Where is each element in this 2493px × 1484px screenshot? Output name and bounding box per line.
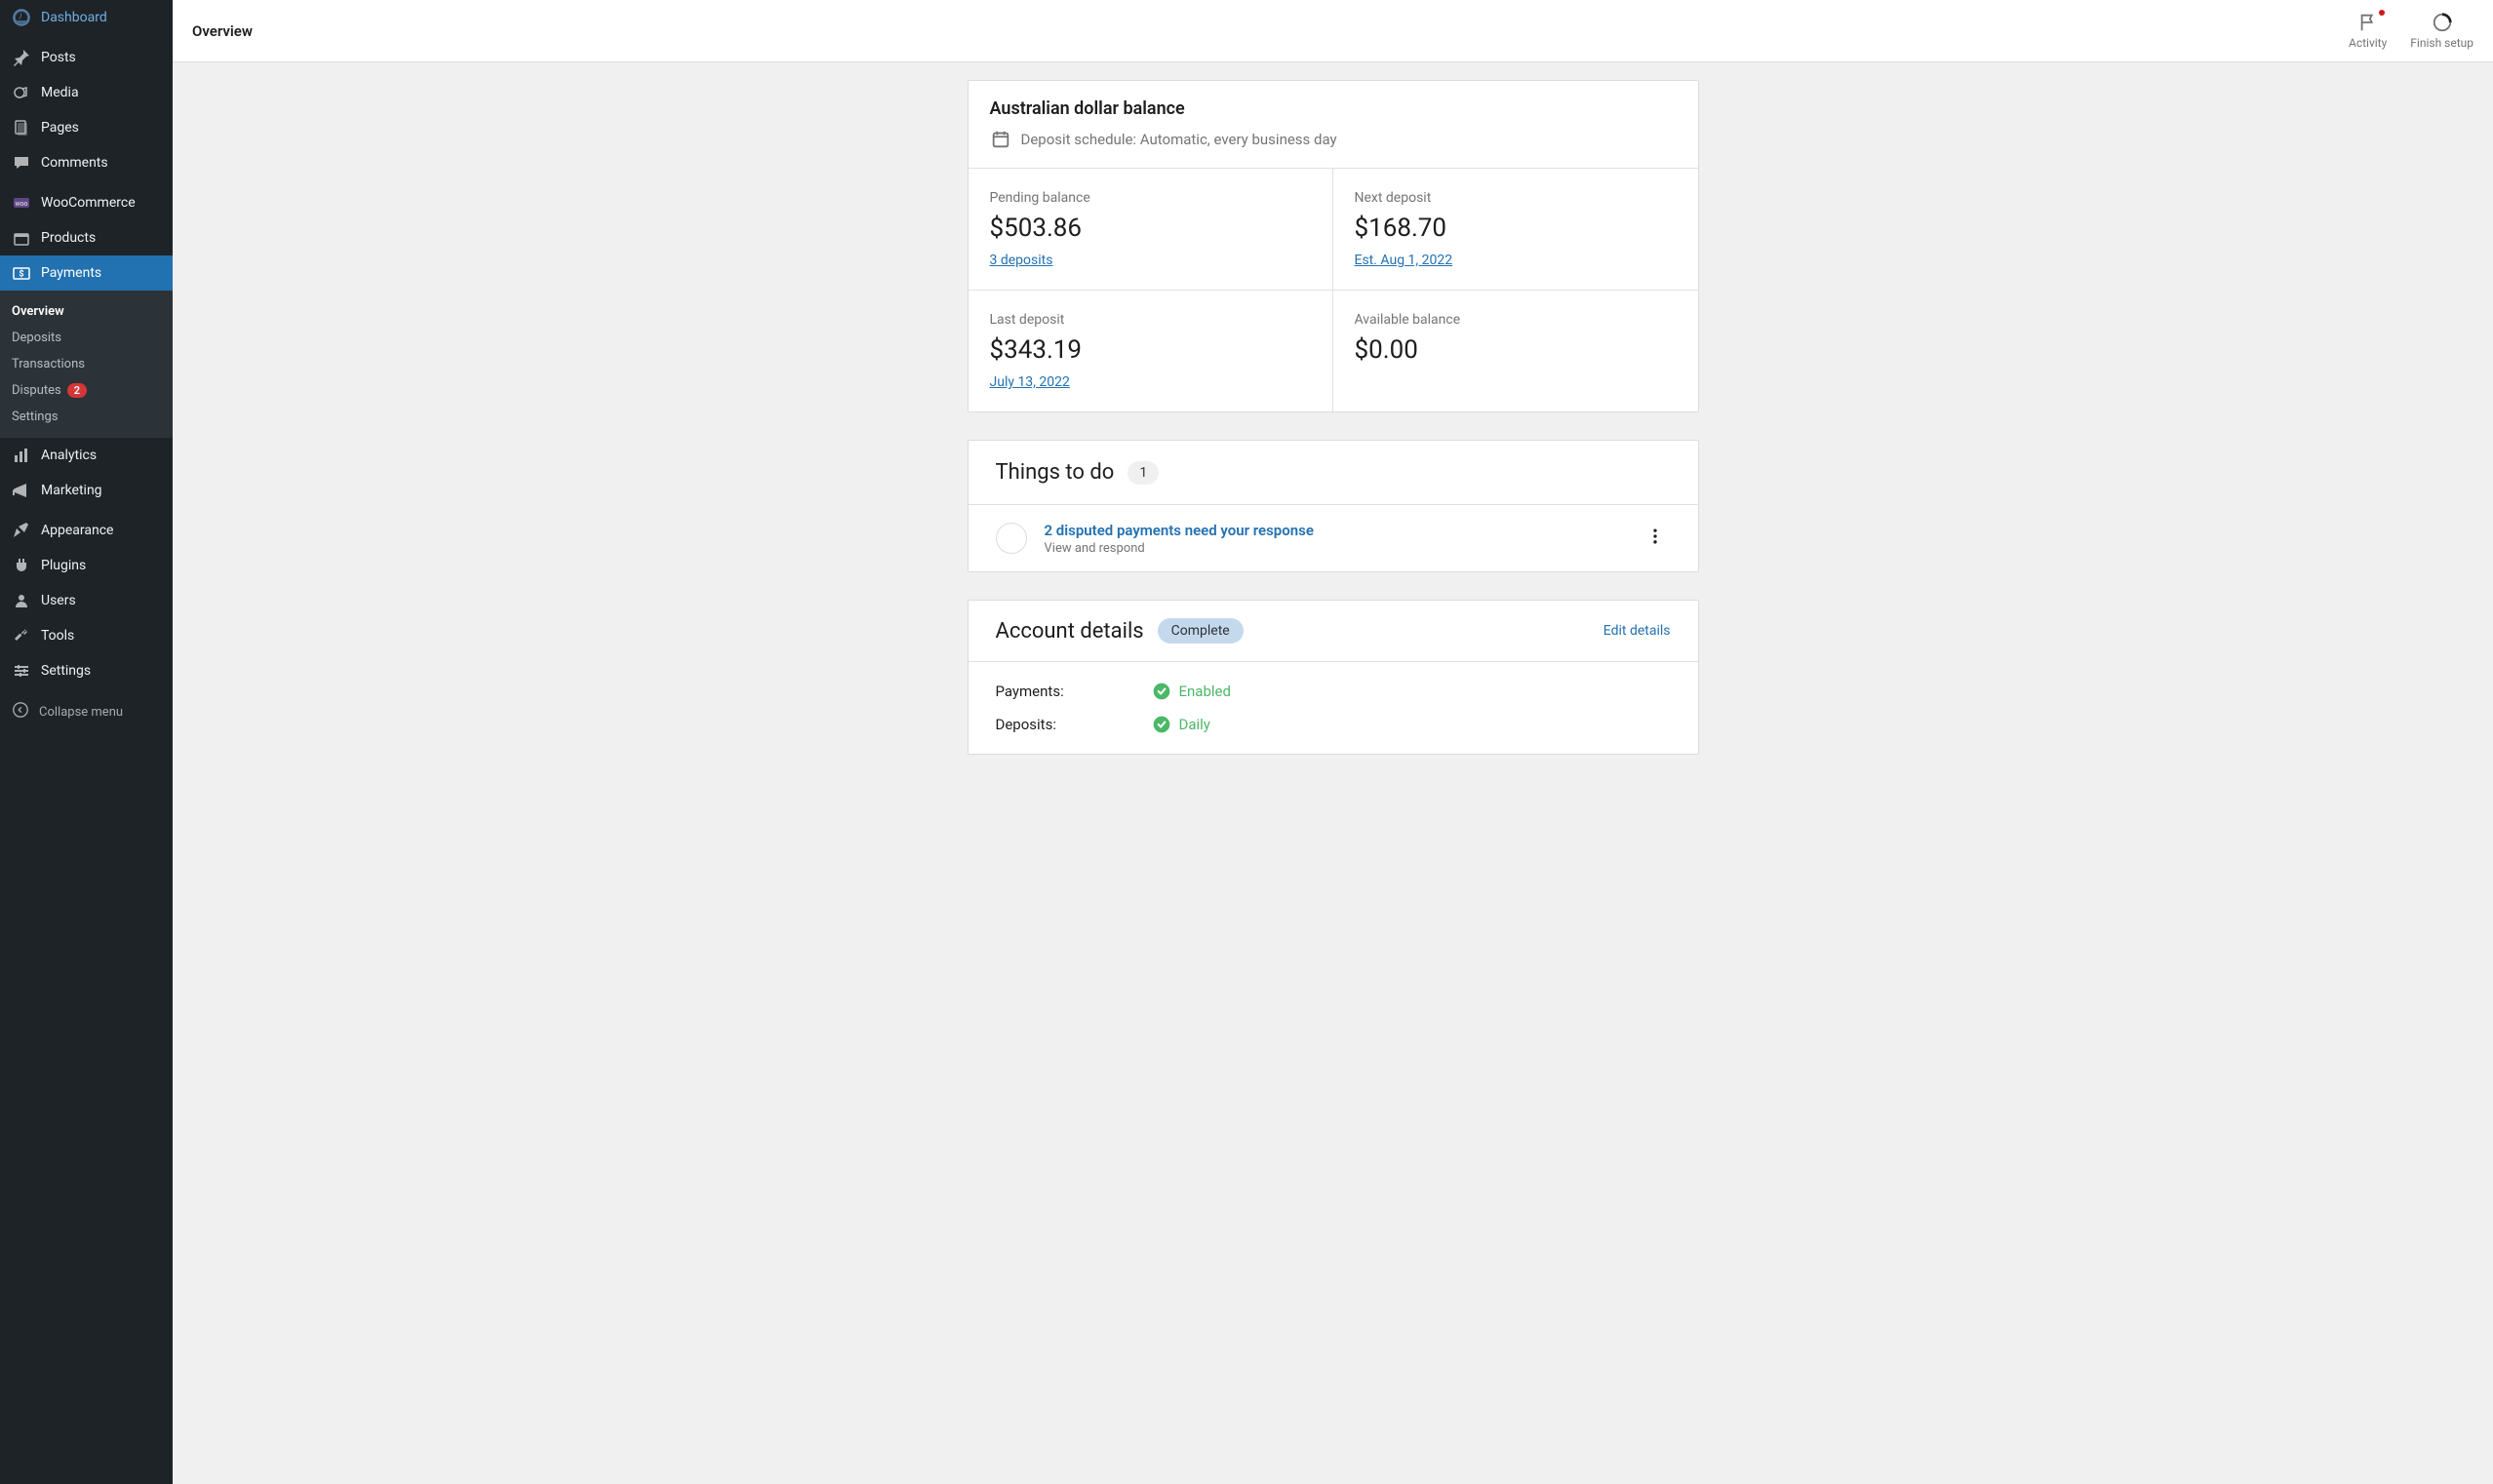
sidebar-label: Media: [41, 85, 79, 100]
sidebar-label: Payments: [41, 265, 101, 281]
deposits-status-row: Deposits: Daily: [996, 715, 1671, 734]
tools-icon: [12, 626, 31, 645]
finish-setup-button[interactable]: Finish setup: [2410, 12, 2473, 50]
progress-circle-icon: [2432, 12, 2453, 33]
collapse-icon: [12, 701, 29, 722]
sidebar-item-payments[interactable]: $ Payments: [0, 255, 173, 291]
things-count: 1: [1128, 461, 1159, 485]
svg-text:$: $: [19, 269, 23, 280]
disputes-badge: 2: [67, 383, 87, 398]
sidebar-item-settings[interactable]: Settings: [0, 653, 173, 688]
sidebar-item-products[interactable]: Products: [0, 220, 173, 255]
sidebar-item-posts[interactable]: Posts: [0, 40, 173, 75]
things-to-do-card: Things to do 1 2 disputed payments need …: [968, 440, 1699, 572]
sidebar-label: Tools: [41, 628, 74, 644]
todo-title-link[interactable]: 2 disputed payments need your response: [1045, 522, 1622, 539]
payments-icon: $: [12, 263, 31, 283]
next-deposit-cell: Next deposit $168.70 Est. Aug 1, 2022: [1333, 169, 1698, 291]
dashboard-icon: [12, 8, 31, 27]
pages-icon: [12, 118, 31, 137]
deposit-schedule-text: Deposit schedule: Automatic, every busin…: [1021, 131, 1337, 148]
notification-dot: [2379, 10, 2385, 16]
balance-card: Australian dollar balance Deposit schedu…: [968, 80, 1699, 412]
sidebar-label: Plugins: [41, 558, 86, 573]
sidebar-label: Pages: [41, 120, 79, 136]
svg-text:woo: woo: [15, 200, 27, 208]
sidebar-item-appearance[interactable]: Appearance: [0, 513, 173, 548]
payments-submenu: Overview Deposits Transactions Disputes2…: [0, 291, 173, 438]
pending-deposits-link[interactable]: 3 deposits: [990, 253, 1053, 268]
settings-icon: [12, 661, 31, 681]
sidebar-item-tools[interactable]: Tools: [0, 618, 173, 653]
sidebar-item-woocommerce[interactable]: woo WooCommerce: [0, 185, 173, 220]
calendar-icon: [990, 129, 1011, 150]
sidebar-item-dashboard[interactable]: Dashboard: [0, 0, 173, 35]
sidebar-label: Analytics: [41, 448, 97, 463]
next-deposit-link[interactable]: Est. Aug 1, 2022: [1355, 253, 1453, 268]
kebab-icon: [1645, 527, 1665, 546]
sidebar-item-analytics[interactable]: Analytics: [0, 438, 173, 473]
sidebar-label: Appearance: [41, 523, 113, 538]
plugins-icon: [12, 556, 31, 575]
sidebar-label: Products: [41, 230, 96, 246]
available-balance-cell: Available balance $0.00: [1333, 291, 1698, 411]
analytics-icon: [12, 446, 31, 465]
submenu-transactions[interactable]: Transactions: [0, 351, 173, 377]
admin-sidebar: Dashboard Posts Media Pages Comments woo…: [0, 0, 173, 1484]
account-details-card: Account details Complete Edit details Pa…: [968, 600, 1699, 755]
collapse-menu[interactable]: Collapse menu: [0, 693, 173, 730]
sidebar-item-pages[interactable]: Pages: [0, 110, 173, 145]
sidebar-label: Users: [41, 593, 76, 608]
sidebar-label: Dashboard: [41, 10, 107, 25]
products-icon: [12, 228, 31, 248]
marketing-icon: [12, 481, 31, 500]
sidebar-item-comments[interactable]: Comments: [0, 145, 173, 180]
submenu-disputes[interactable]: Disputes2: [0, 377, 173, 404]
flag-icon: [2357, 12, 2379, 33]
sidebar-item-users[interactable]: Users: [0, 583, 173, 618]
sidebar-label: Settings: [41, 663, 91, 679]
sidebar-item-plugins[interactable]: Plugins: [0, 548, 173, 583]
check-circle-icon: [1152, 715, 1171, 734]
todo-subtitle: View and respond: [1045, 541, 1622, 556]
todo-checkbox[interactable]: [996, 523, 1027, 554]
todo-item[interactable]: 2 disputed payments need your response V…: [969, 505, 1698, 571]
things-title: Things to do: [996, 460, 1115, 485]
sidebar-label: WooCommerce: [41, 195, 136, 211]
sidebar-item-marketing[interactable]: Marketing: [0, 473, 173, 508]
woo-icon: woo: [12, 193, 31, 213]
submenu-deposits[interactable]: Deposits: [0, 325, 173, 351]
main-content: Overview Activity Finish setup Australia…: [173, 0, 2493, 1484]
last-deposit-cell: Last deposit $343.19 July 13, 2022: [969, 291, 1333, 411]
submenu-settings[interactable]: Settings: [0, 404, 173, 430]
sidebar-label: Marketing: [41, 483, 102, 498]
users-icon: [12, 591, 31, 610]
topbar: Overview Activity Finish setup: [173, 0, 2493, 62]
account-title: Account details: [996, 619, 1144, 644]
comments-icon: [12, 153, 31, 173]
sidebar-item-media[interactable]: Media: [0, 75, 173, 110]
page-title: Overview: [192, 22, 253, 40]
media-icon: [12, 83, 31, 102]
payments-status-row: Payments: Enabled: [996, 682, 1671, 701]
edit-details-link[interactable]: Edit details: [1603, 623, 1671, 639]
account-status-pill: Complete: [1158, 618, 1244, 644]
todo-menu-button[interactable]: [1640, 521, 1671, 556]
balance-title: Australian dollar balance: [990, 98, 1677, 119]
sidebar-label: Comments: [41, 155, 108, 171]
sidebar-label: Posts: [41, 50, 76, 65]
submenu-overview[interactable]: Overview: [0, 298, 173, 325]
last-deposit-link[interactable]: July 13, 2022: [990, 374, 1070, 390]
pending-balance-cell: Pending balance $503.86 3 deposits: [969, 169, 1333, 291]
pin-icon: [12, 48, 31, 67]
appearance-icon: [12, 521, 31, 540]
activity-button[interactable]: Activity: [2349, 12, 2387, 50]
check-circle-icon: [1152, 682, 1171, 701]
